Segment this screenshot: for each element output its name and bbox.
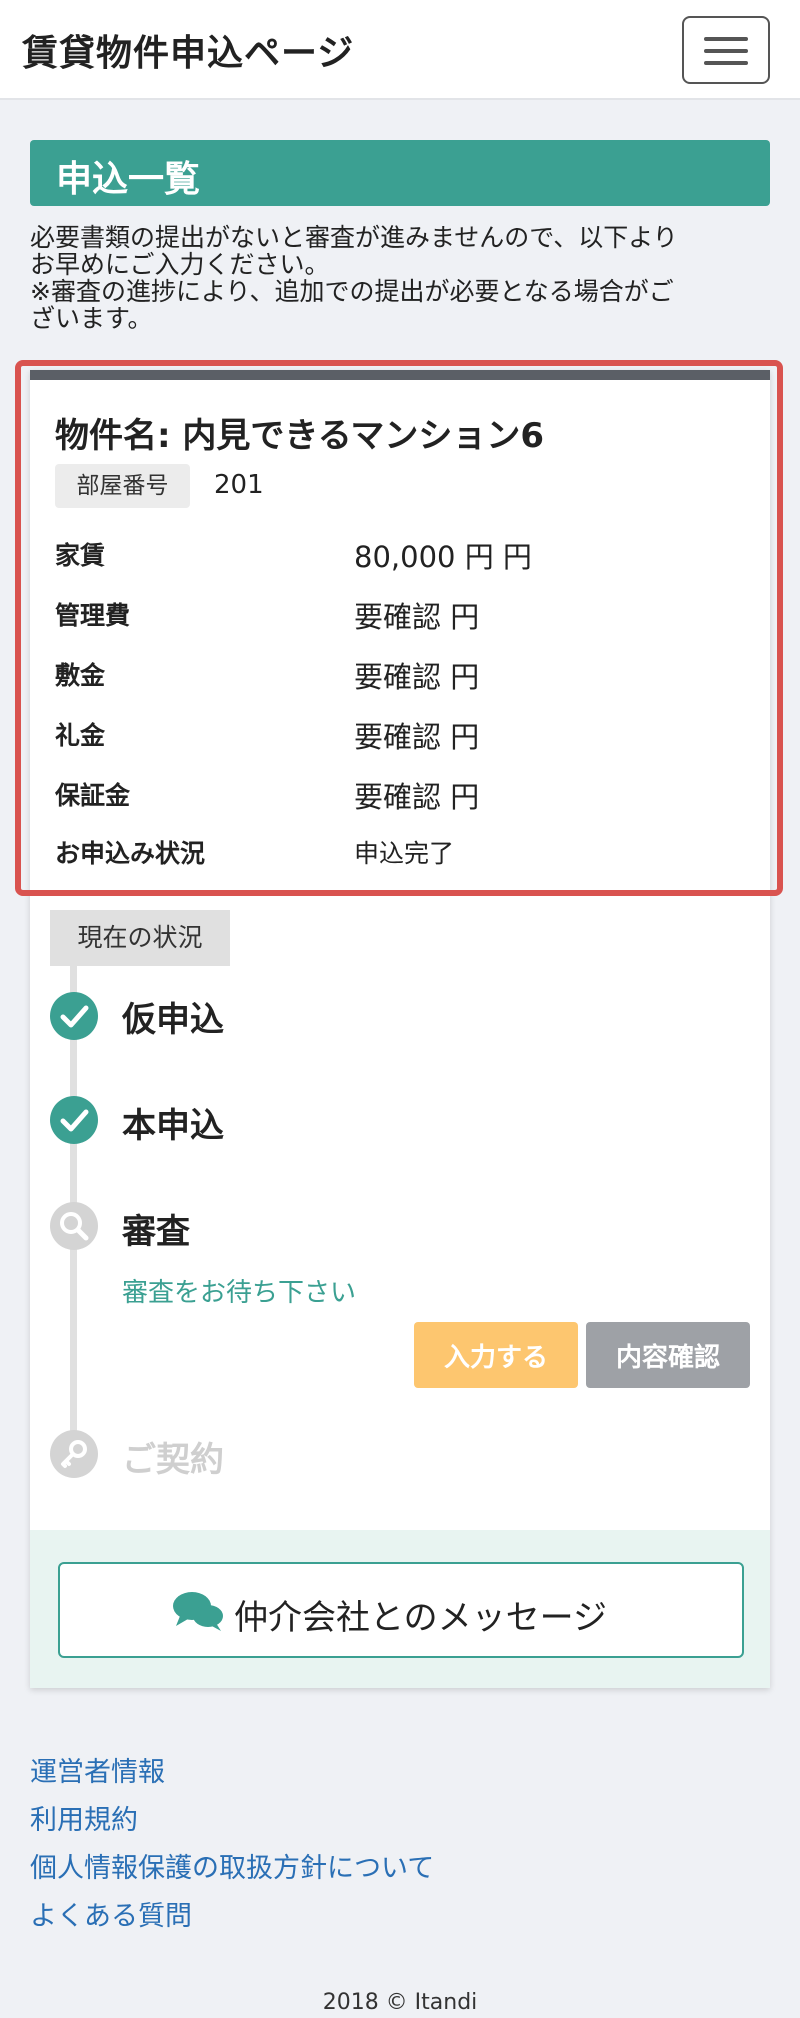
highlight-frame <box>15 360 783 896</box>
check-icon <box>50 992 98 1040</box>
privacy-policy-link[interactable]: 個人情報保護の取扱方針について <box>30 1846 434 1885</box>
operator-info-link[interactable]: 運営者情報 <box>30 1750 165 1789</box>
review-message: 審査をお待ち下さい <box>122 1278 357 1308</box>
step-contract: ご契約 <box>122 1440 224 1480</box>
copyright: 2018 © Itandi <box>322 1990 478 2015</box>
section-title: 申込一覧 <box>30 140 770 206</box>
check-icon <box>50 1096 98 1144</box>
page-title: 賃貸物件申込ページ <box>22 33 355 74</box>
broker-message-label: 仲介会社とのメッセージ <box>234 1598 607 1638</box>
notice-text: 必要書類の提出がないと審査が進みませんので、以下より お早めにご入力ください。 … <box>30 223 678 333</box>
key-icon <box>50 1430 98 1478</box>
confirm-button[interactable]: 内容確認 <box>586 1322 750 1388</box>
current-status-tag: 現在の状況 <box>50 910 230 966</box>
search-icon <box>50 1202 98 1250</box>
navbar: 賃貸物件申込ページ <box>0 0 800 100</box>
step-review: 審査 <box>122 1212 190 1252</box>
broker-message-button[interactable]: 仲介会社とのメッセージ <box>58 1562 744 1658</box>
hamburger-menu-icon[interactable] <box>682 16 770 84</box>
input-button[interactable]: 入力する <box>414 1322 578 1388</box>
step-provisional: 仮申込 <box>122 1000 224 1040</box>
chat-bubbles-icon <box>172 1590 224 1638</box>
terms-link[interactable]: 利用規約 <box>30 1798 138 1837</box>
step-formal: 本申込 <box>122 1106 224 1146</box>
faq-link[interactable]: よくある質問 <box>30 1894 192 1933</box>
